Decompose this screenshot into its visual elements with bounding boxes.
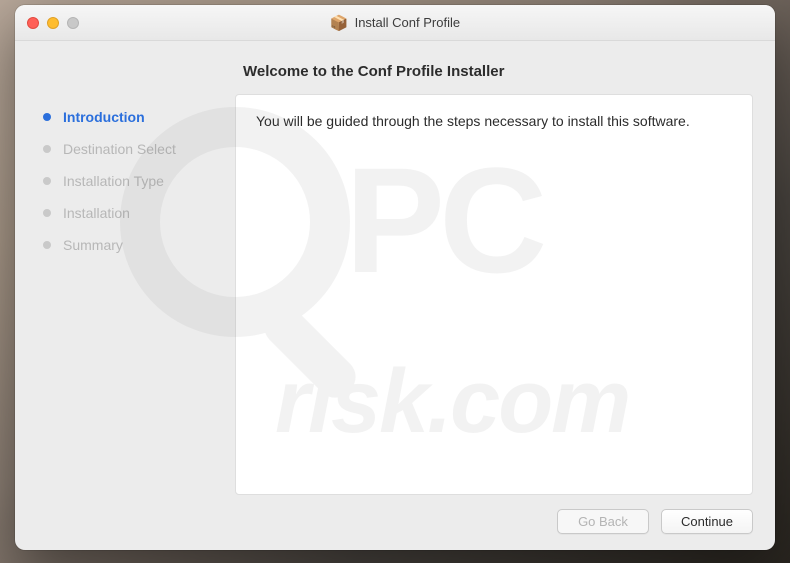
zoom-button xyxy=(67,17,79,29)
sidebar: Introduction Destination Select Installa… xyxy=(15,41,235,550)
page-heading: Welcome to the Conf Profile Installer xyxy=(235,59,753,94)
package-icon: 📦 xyxy=(330,14,349,32)
step-label: Introduction xyxy=(63,109,145,125)
step-dot-icon xyxy=(43,241,51,249)
step-list: Introduction Destination Select Installa… xyxy=(15,101,235,261)
button-row: Go Back Continue xyxy=(235,495,753,534)
installer-window: 📦 Install Conf Profile Introduction Dest… xyxy=(15,5,775,550)
window-body: Introduction Destination Select Installa… xyxy=(15,41,775,550)
step-dot-icon xyxy=(43,113,51,121)
continue-button[interactable]: Continue xyxy=(661,509,753,534)
close-button[interactable] xyxy=(27,17,39,29)
step-installation: Installation xyxy=(15,197,235,229)
step-installation-type: Installation Type xyxy=(15,165,235,197)
content-area: You will be guided through the steps nec… xyxy=(235,94,753,495)
step-label: Summary xyxy=(63,237,123,253)
step-dot-icon xyxy=(43,145,51,153)
intro-text: You will be guided through the steps nec… xyxy=(256,113,690,129)
step-label: Destination Select xyxy=(63,141,176,157)
titlebar: 📦 Install Conf Profile xyxy=(15,5,775,41)
step-dot-icon xyxy=(43,209,51,217)
window-title: Install Conf Profile xyxy=(355,15,461,30)
step-introduction: Introduction xyxy=(15,101,235,133)
minimize-button[interactable] xyxy=(47,17,59,29)
step-summary: Summary xyxy=(15,229,235,261)
step-label: Installation xyxy=(63,205,130,221)
step-label: Installation Type xyxy=(63,173,164,189)
title-wrap: 📦 Install Conf Profile xyxy=(15,14,775,32)
window-controls xyxy=(27,17,79,29)
step-dot-icon xyxy=(43,177,51,185)
go-back-button: Go Back xyxy=(557,509,649,534)
step-destination-select: Destination Select xyxy=(15,133,235,165)
main-panel: Welcome to the Conf Profile Installer Yo… xyxy=(235,41,775,550)
